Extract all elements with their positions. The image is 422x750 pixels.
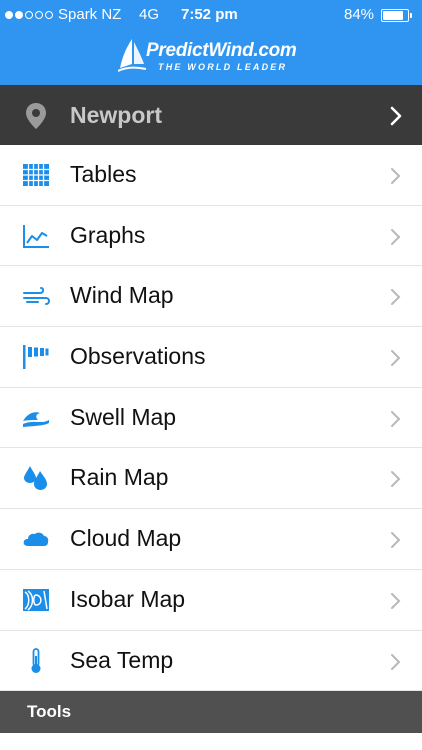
sail-logo-icon xyxy=(118,39,147,72)
menu-item-sea-temp[interactable]: Sea Temp xyxy=(0,630,422,692)
signal-dot xyxy=(35,11,43,19)
clock: 7:52 pm xyxy=(181,6,238,23)
raindrop-icon xyxy=(24,466,47,491)
signal-dot xyxy=(25,11,33,19)
predictwind-logo: PredictWind.com THE WORLD LEADER xyxy=(118,38,308,78)
chevron-right-icon xyxy=(391,289,401,306)
wave-icon xyxy=(23,412,49,427)
chevron-right-icon xyxy=(391,592,401,609)
menu-item-rain-map[interactable]: Rain Map xyxy=(0,448,422,510)
menu-item-tables[interactable]: Tables xyxy=(0,145,422,206)
location-pin-icon xyxy=(26,103,46,129)
chevron-right-icon xyxy=(390,106,402,126)
chevron-right-icon xyxy=(391,653,401,670)
menu-item-label: Isobar Map xyxy=(70,585,186,612)
signal-dot xyxy=(45,11,53,19)
menu-item-swell-map[interactable]: Swell Map xyxy=(0,387,422,449)
status-bar: Spark NZ 4G 7:52 pm 84% xyxy=(0,0,422,30)
menu-item-label: Observations xyxy=(70,343,206,370)
menu-item-label: Wind Map xyxy=(70,282,174,309)
app-header: Spark NZ 4G 7:52 pm 84% PredictWind.com … xyxy=(0,0,422,85)
menu-item-label: Graphs xyxy=(70,221,146,248)
chevron-right-icon xyxy=(391,168,401,184)
chevron-right-icon xyxy=(391,350,401,367)
menu-item-graphs[interactable]: Graphs xyxy=(0,205,422,267)
battery-percent: 84% xyxy=(344,6,375,23)
wind-flag-icon xyxy=(23,345,49,370)
network-type: 4G xyxy=(139,6,160,23)
logo-tagline: THE WORLD LEADER xyxy=(158,62,288,72)
signal-strength-icon xyxy=(5,11,53,19)
signal-dot xyxy=(5,11,13,19)
menu-item-cloud-map[interactable]: Cloud Map xyxy=(0,509,422,570)
chevron-right-icon xyxy=(391,410,401,427)
forecast-menu: Tables Graphs Wind Map Observations Swel… xyxy=(0,145,422,692)
carrier-name: Spark NZ xyxy=(58,6,122,23)
chevron-right-icon xyxy=(391,532,401,549)
tools-section-header: Tools xyxy=(0,691,422,733)
menu-item-label: Cloud Map xyxy=(70,525,182,552)
chevron-right-icon xyxy=(391,228,401,245)
menu-item-label: Sea Temp xyxy=(70,646,174,673)
logo-name: PredictWind.com xyxy=(146,40,297,61)
location-selector[interactable]: Newport xyxy=(0,85,422,145)
battery-fill xyxy=(383,11,404,20)
menu-item-wind-map[interactable]: Wind Map xyxy=(0,266,422,328)
chevron-right-icon xyxy=(391,471,401,488)
menu-item-isobar-map[interactable]: Isobar Map xyxy=(0,569,422,631)
cloud-icon xyxy=(23,532,49,547)
tools-label: Tools xyxy=(27,702,72,721)
line-graph-icon xyxy=(23,224,49,248)
menu-item-observations[interactable]: Observations xyxy=(0,327,422,388)
isobar-icon xyxy=(23,588,49,611)
menu-item-label: Tables xyxy=(70,161,137,187)
wind-icon xyxy=(23,287,50,306)
table-grid-icon xyxy=(23,164,49,186)
tools-list-edge xyxy=(0,733,422,750)
battery-icon xyxy=(381,9,412,22)
location-name: Newport xyxy=(70,102,162,128)
thermometer-icon xyxy=(31,647,41,673)
menu-item-label: Swell Map xyxy=(70,403,177,430)
menu-item-label: Rain Map xyxy=(70,464,169,491)
signal-dot xyxy=(15,11,23,19)
